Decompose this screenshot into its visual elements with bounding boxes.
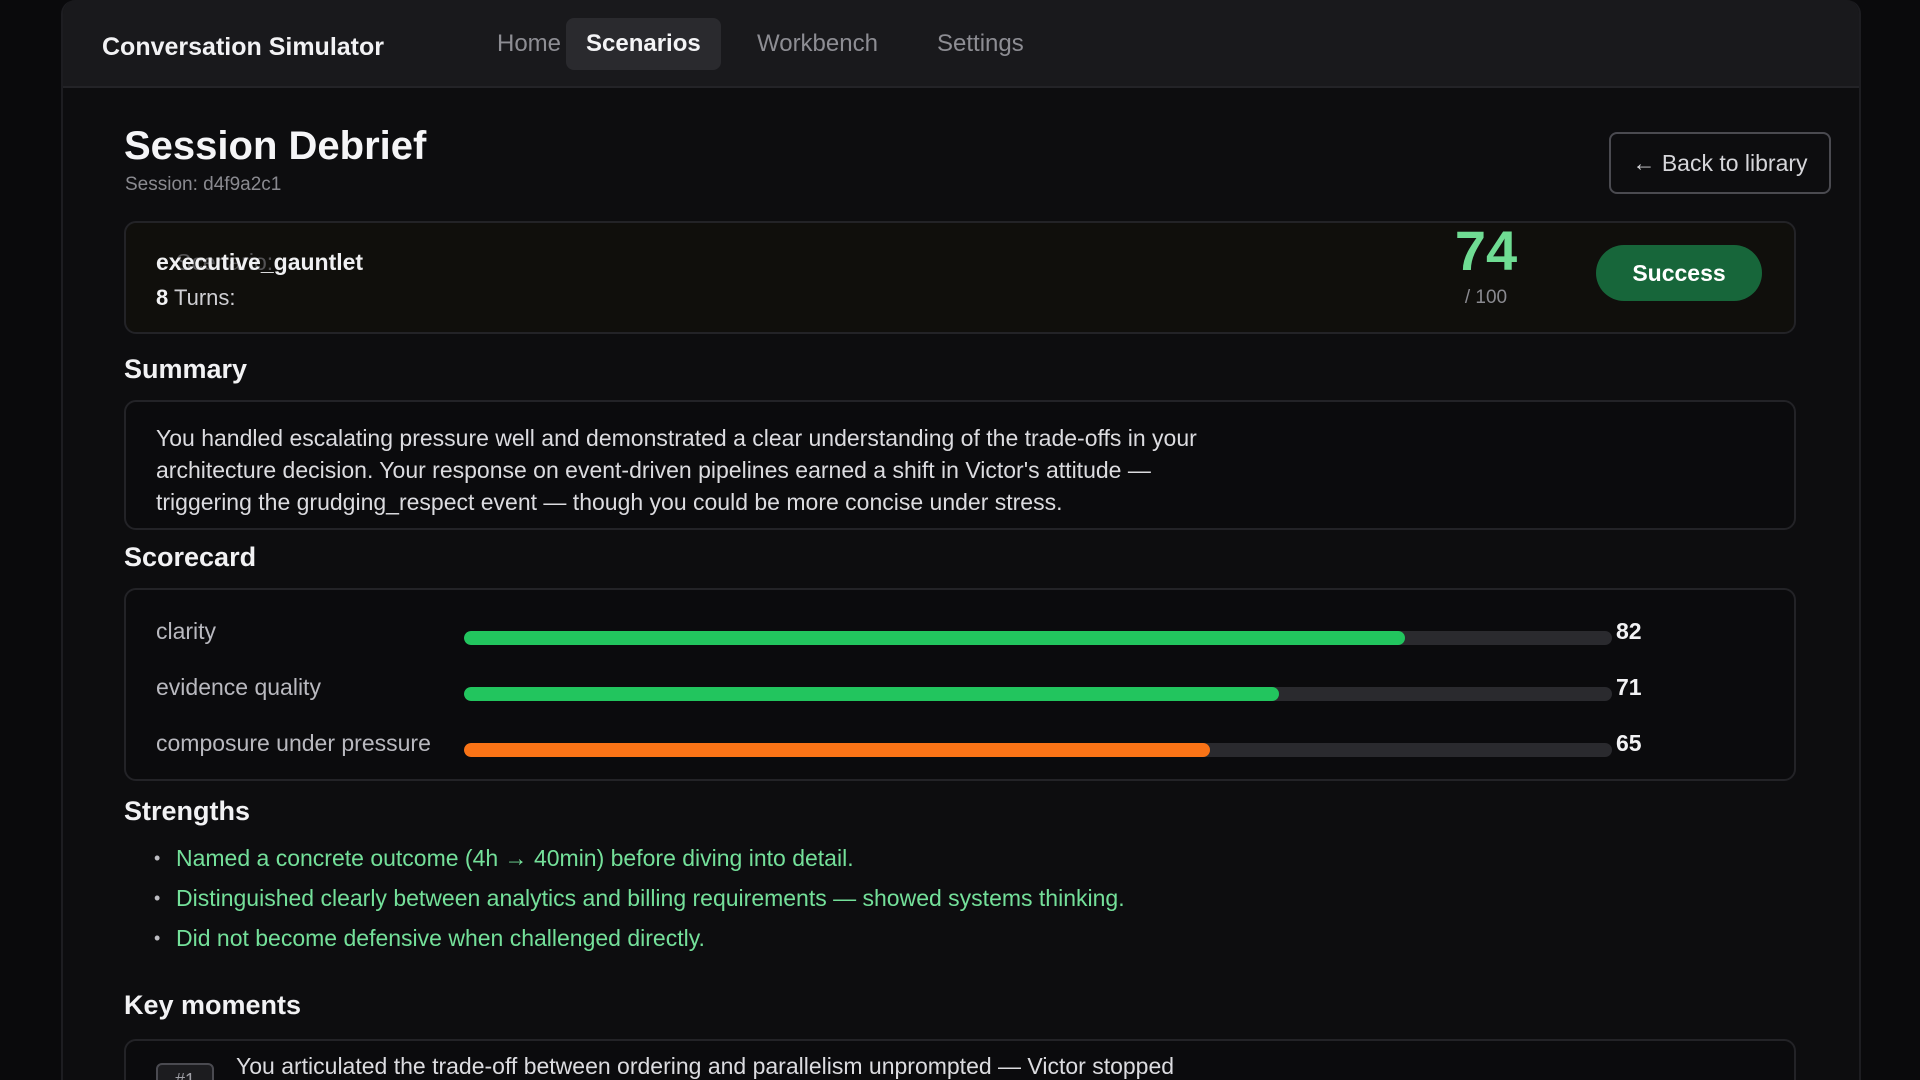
turns-count: 8	[156, 285, 169, 310]
status-badge: Success	[1596, 245, 1762, 301]
moment-text: You articulated the trade-off between or…	[236, 1053, 1175, 1079]
app-title: Conversation Simulator	[102, 33, 384, 61]
key-moment-card: #1 You articulated the trade-off between…	[124, 1039, 1796, 1080]
overall-score: 74	[1454, 219, 1518, 282]
score-label: composure under pressure	[156, 730, 431, 756]
nav-workbench[interactable]: Workbench	[757, 18, 878, 70]
score-value: 71	[1616, 674, 1642, 700]
score-bar-track	[464, 631, 1612, 645]
session-header-card: Scenario: executive_gauntlet 8 Turns: 74…	[124, 219, 1796, 334]
score-bar-track	[464, 743, 1612, 757]
summary-card: You handled escalating pressure well and…	[124, 400, 1796, 530]
score-label: evidence quality	[156, 674, 321, 700]
nav-scenarios[interactable]: Scenarios	[566, 18, 721, 70]
strength-item: Named a concrete outcome (4h → 40min) be…	[154, 838, 1125, 878]
score-row-clarity: clarity 82	[156, 618, 1756, 658]
strength-item: Did not become defensive when challenged…	[154, 918, 1125, 958]
scenario-name: executive_gauntlet	[156, 249, 364, 275]
score-max: / 100	[1464, 287, 1508, 308]
strength-item: Distinguished clearly between analytics …	[154, 878, 1125, 918]
score-bar-fill	[464, 743, 1211, 757]
turns-info: 8 Turns:	[156, 285, 236, 311]
strengths-list: Named a concrete outcome (4h → 40min) be…	[154, 838, 1125, 958]
turns-label: Turns:	[173, 285, 236, 310]
session-id: Session: d4f9a2c1	[125, 174, 282, 195]
score-bar-fill	[464, 631, 1406, 645]
score-row-evidence-quality: evidence quality 71	[156, 674, 1756, 714]
score-value: 82	[1616, 618, 1642, 644]
nav-settings[interactable]: Settings	[937, 18, 1024, 70]
score-bar-track	[464, 687, 1612, 701]
score-row-composure: composure under pressure 65	[156, 730, 1756, 770]
top-navigation: Conversation Simulator Home Scenarios Wo…	[63, 0, 1859, 88]
nav-home[interactable]: Home	[497, 18, 561, 70]
strengths-heading: Strengths	[124, 796, 251, 826]
app-window: Conversation Simulator Home Scenarios Wo…	[61, 0, 1861, 1080]
moment-number: #1	[156, 1063, 214, 1080]
page-title: Session Debrief	[124, 124, 427, 168]
scorecard-heading: Scorecard	[124, 542, 257, 572]
summary-text: You handled escalating pressure well and…	[156, 425, 1197, 515]
score-bar-fill	[464, 687, 1280, 701]
score-value: 65	[1616, 730, 1642, 756]
back-to-library-button[interactable]: ← Back to library	[1609, 132, 1831, 194]
score-label: clarity	[156, 618, 217, 644]
scorecard-card: clarity 82 evidence quality 71 composure…	[124, 588, 1796, 781]
key-moments-heading: Key moments	[124, 990, 302, 1020]
summary-heading: Summary	[124, 354, 248, 384]
